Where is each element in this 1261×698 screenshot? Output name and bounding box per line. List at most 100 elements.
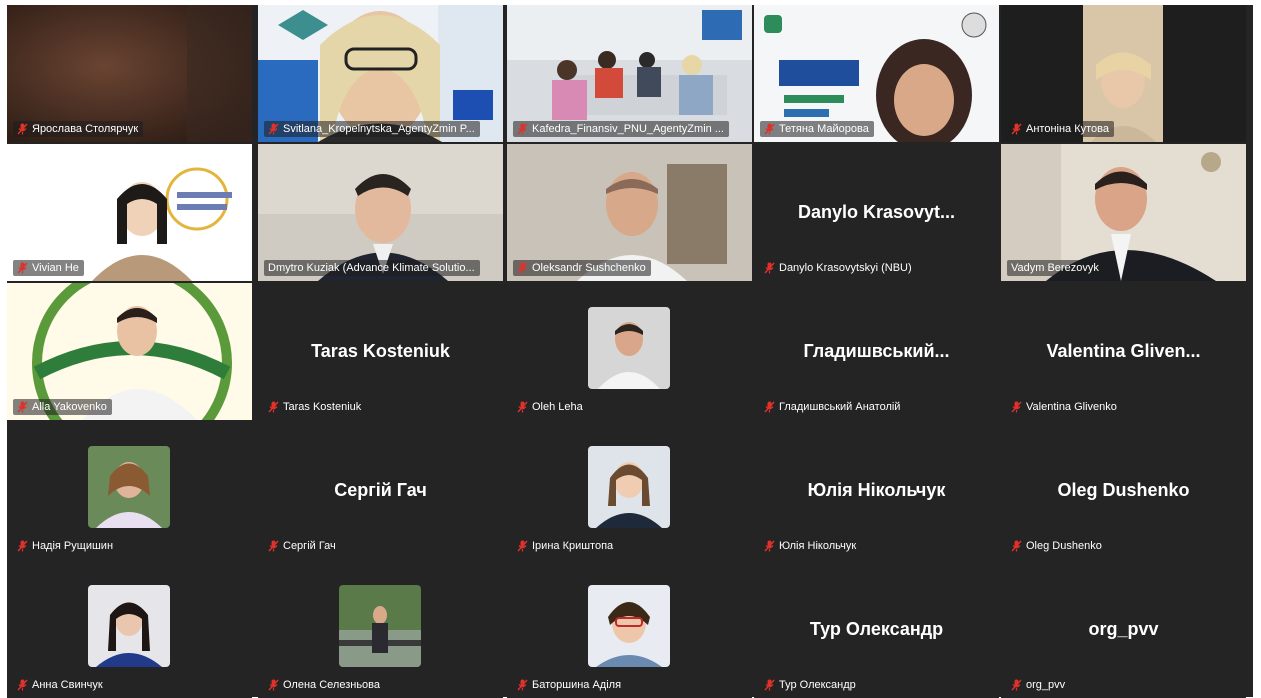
participant-name: Тетяна Майорова — [779, 123, 869, 135]
participant-tile[interactable]: Ярослава Столярчук — [7, 5, 252, 142]
participant-name-label: Ярослава Столярчук — [13, 121, 144, 137]
participant-avatar — [339, 585, 421, 667]
muted-mic-icon — [517, 540, 528, 552]
participant-name: Valentina Glivenko — [1026, 401, 1117, 413]
muted-mic-icon — [268, 679, 279, 691]
participant-display-name: Тур Олександр — [809, 619, 944, 639]
participant-name-label: Danylo Krasovytskyi (NBU) — [760, 260, 917, 276]
participant-tile[interactable]: Alla Yakovenko — [7, 283, 252, 420]
participant-name: Антоніна Кутова — [1026, 123, 1109, 135]
participant-name-label: Svitlana_Kropelnytska_AgentyZmin P... — [264, 121, 480, 137]
participant-name: Олена Селезньова — [283, 679, 381, 691]
participant-name-label: Oleksandr Sushchenko — [513, 260, 651, 276]
muted-mic-icon — [268, 123, 279, 135]
muted-mic-icon — [17, 262, 28, 274]
zoom-gallery-window: Ярослава Столярчук Svitlana_Kropelnytska… — [0, 0, 1261, 698]
participant-name-label: Alla Yakovenko — [13, 399, 112, 415]
participant-name: org_pvv — [1026, 679, 1066, 691]
participant-name: Oleg Dushenko — [1026, 540, 1102, 552]
participant-avatar — [588, 307, 670, 389]
participant-display-name: org_pvv — [1088, 619, 1159, 639]
participant-name: Ірина Криштопа — [532, 540, 614, 552]
participant-name-label: Oleh Leha — [513, 399, 588, 415]
participant-display-name: Юлія Нікольчук — [807, 480, 946, 500]
participant-tile[interactable]: Антоніна Кутова — [1001, 5, 1246, 142]
participant-tile[interactable]: Олена Селезньова — [258, 561, 503, 698]
participant-tile[interactable]: Danylo Krasovyt... Danylo Krasovytskyi (… — [754, 144, 999, 281]
participant-name: Сергій Гач — [283, 540, 336, 552]
participant-name: Гладишвський Анатолій — [779, 401, 901, 413]
participant-name-label: Тетяна Майорова — [760, 121, 874, 137]
participant-tile[interactable]: Dmytro Kuziak (Advance Klimate Solutio..… — [258, 144, 503, 281]
participant-name-label: Гладишвський Анатолій — [760, 399, 905, 415]
participant-name-label: Valentina Glivenko — [1007, 399, 1122, 415]
participant-display-name: Valentina Gliven... — [1046, 341, 1201, 361]
muted-mic-icon — [17, 540, 28, 552]
participant-name: Надія Рущишин — [32, 540, 114, 552]
participant-display-name: Oleg Dushenko — [1057, 480, 1190, 500]
muted-mic-icon — [1011, 679, 1022, 691]
participant-gallery-grid: Ярослава Столярчук Svitlana_Kropelnytska… — [7, 5, 1253, 698]
muted-mic-icon — [268, 540, 279, 552]
muted-mic-icon — [764, 262, 775, 274]
participant-tile[interactable]: Vivian He — [7, 144, 252, 281]
participant-avatar — [588, 585, 670, 667]
participant-name: Vivian He — [32, 262, 79, 274]
muted-mic-icon — [764, 540, 775, 552]
muted-mic-icon — [517, 679, 528, 691]
participant-tile[interactable]: Анна Свинчук — [7, 561, 252, 698]
participant-name-label: Ірина Криштопа — [513, 538, 618, 554]
participant-display-name: Сергій Гач — [334, 480, 427, 500]
muted-mic-icon — [764, 679, 775, 691]
participant-name-label: Сергій Гач — [264, 538, 341, 554]
participant-tile[interactable]: Тур Олександр Тур Олександр — [754, 561, 999, 698]
participant-name-label: Олена Селезньова — [264, 677, 385, 693]
participant-tile[interactable]: Kafedra_Finansiv_PNU_AgentyZmin ... — [507, 5, 752, 142]
muted-mic-icon — [17, 401, 28, 413]
participant-tile[interactable]: Баторшина Аділя — [507, 561, 752, 698]
muted-mic-icon — [1011, 401, 1022, 413]
participant-name: Ярослава Столярчук — [32, 123, 139, 135]
participant-display-name: Taras Kosteniuk — [311, 341, 450, 361]
participant-name-label: Vadym Berezovyk — [1007, 260, 1104, 276]
participant-name-label: Антоніна Кутова — [1007, 121, 1114, 137]
muted-mic-icon — [517, 262, 528, 274]
muted-mic-icon — [268, 401, 279, 413]
participant-name-label: Dmytro Kuziak (Advance Klimate Solutio..… — [264, 260, 480, 276]
participant-tile[interactable]: Svitlana_Kropelnytska_AgentyZmin P... — [258, 5, 503, 142]
participant-name: Kafedra_Finansiv_PNU_AgentyZmin ... — [532, 123, 724, 135]
participant-tile[interactable]: Гладишвський... Гладишвський Анатолій — [754, 283, 999, 420]
participant-tile[interactable]: Taras Kosteniuk Taras Kosteniuk — [258, 283, 503, 420]
muted-mic-icon — [517, 123, 528, 135]
muted-mic-icon — [764, 123, 775, 135]
participant-tile[interactable]: Oleh Leha — [507, 283, 752, 420]
participant-tile[interactable]: Oleg Dushenko Oleg Dushenko — [1001, 422, 1246, 559]
participant-name-label: Анна Свинчук — [13, 677, 108, 693]
participant-name-label: Тур Олександр — [760, 677, 861, 693]
participant-tile[interactable]: Надія Рущишин — [7, 422, 252, 559]
participant-tile[interactable]: Oleksandr Sushchenko — [507, 144, 752, 281]
muted-mic-icon — [517, 401, 528, 413]
participant-tile[interactable]: Тетяна Майорова — [754, 5, 999, 142]
participant-name: Тур Олександр — [779, 679, 856, 691]
participant-name: Баторшина Аділя — [532, 679, 622, 691]
participant-tile[interactable]: Ірина Криштопа — [507, 422, 752, 559]
participant-tile[interactable]: Юлія Нікольчук Юлія Нікольчук — [754, 422, 999, 559]
participant-tile[interactable]: Valentina Gliven... Valentina Glivenko — [1001, 283, 1246, 420]
participant-name-label: Vivian He — [13, 260, 84, 276]
participant-name-label: Oleg Dushenko — [1007, 538, 1107, 554]
participant-tile[interactable]: org_pvv org_pvv — [1001, 561, 1246, 698]
participant-name-label: Юлія Нікольчук — [760, 538, 861, 554]
participant-tile-active-speaker[interactable]: Vadym Berezovyk — [1001, 144, 1246, 281]
participant-avatar — [88, 585, 170, 667]
participant-display-name: Гладишвський... — [803, 341, 950, 361]
muted-mic-icon — [17, 679, 28, 691]
participant-name: Svitlana_Kropelnytska_AgentyZmin P... — [283, 123, 475, 135]
participant-name: Dmytro Kuziak (Advance Klimate Solutio..… — [268, 262, 475, 274]
participant-name: Danylo Krasovytskyi (NBU) — [779, 262, 912, 274]
participant-name: Alla Yakovenko — [32, 401, 107, 413]
participant-avatar — [588, 446, 670, 528]
participant-name: Анна Свинчук — [32, 679, 103, 691]
participant-name-label: Баторшина Аділя — [513, 677, 626, 693]
participant-tile[interactable]: Сергій Гач Сергій Гач — [258, 422, 503, 559]
